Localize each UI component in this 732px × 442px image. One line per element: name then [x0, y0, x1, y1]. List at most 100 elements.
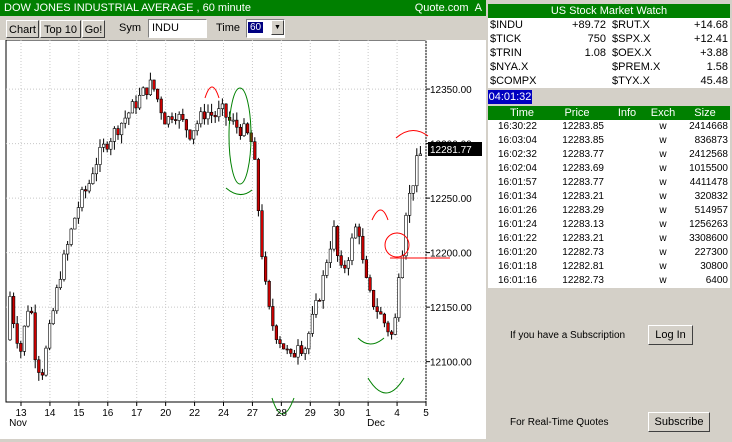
candle-down: [253, 141, 257, 160]
login-button[interactable]: Log In: [648, 325, 693, 345]
candle-up: [314, 300, 318, 315]
mw-value: 1.58: [706, 61, 728, 73]
mw-symbol: $TYX.X: [612, 75, 650, 87]
last-price-label: 12281.77: [430, 145, 472, 156]
candle-down: [267, 280, 271, 307]
go-button[interactable]: Go!: [82, 20, 105, 38]
trade-row: 16:01:16 12282.73 w 6400: [488, 275, 730, 289]
chart-toolbar: Chart Top 10 Go! Sym INDU Time 60 ▼: [0, 16, 486, 40]
trade-cell: 16:01:26: [498, 205, 537, 216]
price-chart[interactable]: 12350.0012300.0012250.0012200.0012150.00…: [0, 39, 486, 439]
trade-cell: 1256263: [689, 219, 728, 230]
candle-up: [148, 79, 153, 96]
candle-up: [195, 123, 199, 132]
trade-row: 16:30:22 12283.85 w 2414668: [488, 121, 730, 135]
candle-down: [379, 311, 383, 315]
time-label: Time: [216, 22, 241, 34]
candle-down: [335, 226, 340, 256]
y-tick-label: 12250.00: [430, 194, 472, 205]
candle-up: [307, 333, 311, 350]
candle-up: [112, 128, 116, 142]
candle-down: [364, 259, 369, 278]
trade-cell: 16:01:24: [498, 219, 537, 230]
symbol-input[interactable]: INDU: [148, 19, 207, 38]
trade-cell: 12283.69: [562, 163, 604, 174]
trade-cell: 16:30:22: [498, 121, 537, 132]
y-tick-label: 12200.00: [430, 249, 472, 260]
candle-down: [368, 277, 372, 291]
candle-down: [170, 116, 174, 120]
candle-up: [310, 314, 315, 334]
candle-down: [271, 306, 275, 327]
candle-down: [134, 101, 138, 109]
candle-up: [332, 226, 336, 250]
trade-cell: w: [659, 177, 667, 188]
mw-value: 45.48: [700, 75, 728, 87]
candle-down: [188, 129, 192, 140]
right-panel: US Stock Market Watch $INDU +89.72 $RUT.X +…: [486, 0, 732, 439]
candle-down: [375, 306, 379, 312]
candle-down: [116, 128, 120, 136]
candle-down: [357, 226, 361, 237]
candle-up: [303, 348, 307, 354]
candle-down: [263, 256, 268, 282]
candle-down: [33, 312, 37, 361]
candle-up: [51, 310, 55, 325]
trade-row: 16:01:34 12283.21 w 320832: [488, 191, 730, 205]
candle-up: [69, 228, 73, 245]
market-watch-title: US Stock Market Watch: [488, 4, 730, 18]
y-tick-label: 12150.00: [430, 303, 472, 314]
trades-column-header: Exch: [650, 107, 676, 119]
candle-down: [299, 345, 304, 354]
candle-up: [220, 103, 225, 109]
candle-up: [109, 141, 113, 150]
realtime-text: For Real-Time Quotes: [510, 417, 609, 428]
candle-down: [184, 119, 189, 131]
mw-value: +14.68: [694, 19, 728, 31]
trade-cell: 16:01:57: [498, 177, 537, 188]
trade-cell: 12282.73: [562, 247, 604, 258]
candle-down: [382, 313, 387, 324]
x-tick-label: 14: [44, 408, 56, 419]
trades-column-header: Size: [694, 107, 716, 119]
plot-frame: [5, 39, 427, 403]
candle-up: [22, 325, 27, 352]
trade-cell: 12283.77: [562, 149, 604, 160]
time-select[interactable]: 60 ▼: [246, 19, 285, 38]
candle-up: [418, 153, 423, 156]
candle-down: [152, 79, 156, 90]
candle-up: [321, 275, 325, 301]
candle-down: [174, 119, 178, 121]
x-tick-label: 15: [73, 408, 85, 419]
chart-button[interactable]: Chart: [6, 20, 39, 38]
trade-cell: w: [659, 191, 667, 202]
chart-area[interactable]: 12350.0012300.0012250.0012200.0012150.00…: [0, 39, 486, 439]
top10-button[interactable]: Top 10: [40, 20, 81, 38]
trade-cell: 12282.73: [562, 275, 604, 286]
trade-cell: 12283.21: [562, 233, 604, 244]
candle-up: [242, 123, 246, 137]
mw-symbol: $INDU: [490, 19, 524, 31]
candle-down: [163, 112, 167, 125]
candle-down: [159, 98, 163, 114]
candle-down: [105, 143, 109, 150]
trade-cell: 16:01:34: [498, 191, 537, 202]
candle-down: [145, 87, 149, 96]
trade-cell: 16:01:18: [498, 261, 537, 272]
trade-cell: 16:03:04: [498, 135, 537, 146]
mw-value: +89.72: [572, 19, 606, 31]
candle-up: [98, 147, 102, 165]
candle-down: [40, 372, 44, 376]
candle-up: [231, 119, 235, 122]
candle-up: [55, 287, 59, 312]
chevron-down-icon[interactable]: ▼: [271, 20, 284, 35]
mw-symbol: $RUT.X: [612, 19, 650, 31]
trade-cell: w: [659, 121, 667, 132]
candle-down: [12, 296, 16, 324]
mw-symbol: $SPX.X: [612, 33, 651, 45]
candle-down: [289, 348, 293, 354]
trade-cell: 12283.13: [562, 219, 604, 230]
candle-down: [339, 255, 343, 266]
subscribe-button[interactable]: Subscribe: [648, 412, 710, 432]
candle-up: [87, 183, 91, 192]
